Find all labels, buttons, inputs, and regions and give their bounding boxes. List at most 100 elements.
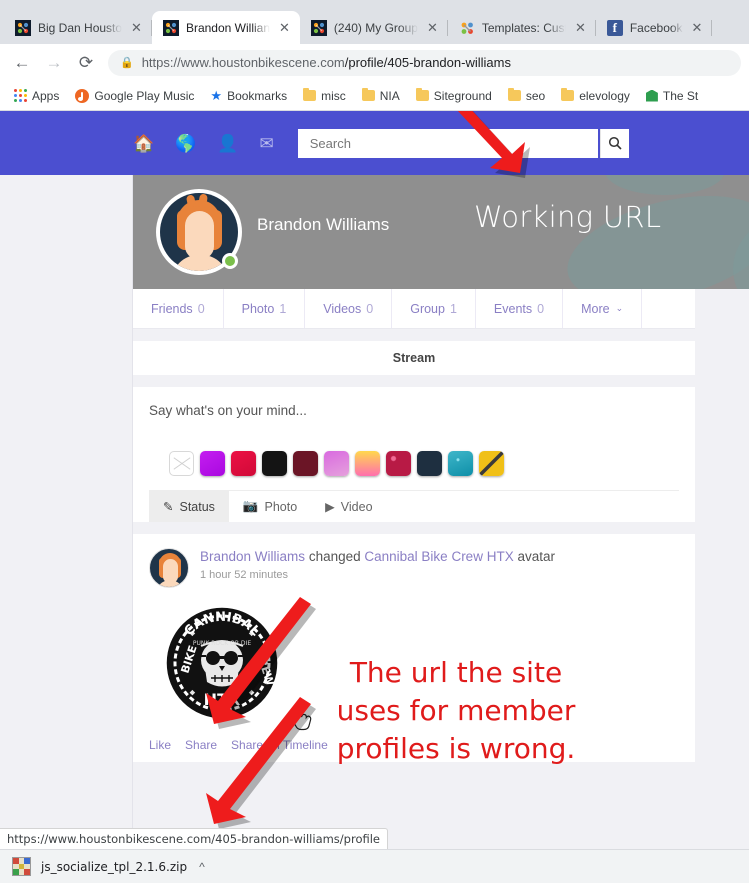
- browser-window: Big Dan Housto ✕ Brandon Willian ✕ (240)…: [0, 0, 749, 883]
- tab-close-icon[interactable]: ✕: [277, 19, 292, 36]
- download-filename[interactable]: js_socialize_tpl_2.1.6.zip: [41, 860, 187, 874]
- swatch-purple[interactable]: [200, 451, 225, 476]
- zip-file-icon: [12, 857, 31, 876]
- online-status-dot: [222, 253, 238, 269]
- bookmark-google-play-music[interactable]: Google Play Music: [69, 86, 200, 106]
- status-bar: https://www.houstonbikescene.com/405-bra…: [0, 828, 389, 849]
- facebook-icon: f: [606, 19, 623, 36]
- person-icon[interactable]: 👤: [217, 135, 238, 152]
- tab-friends[interactable]: Friends 0: [133, 289, 224, 328]
- bookmark-label: misc: [321, 88, 346, 103]
- search-button[interactable]: [599, 128, 629, 158]
- post-action: changed: [308, 549, 361, 564]
- tab-events[interactable]: Events 0: [476, 289, 564, 328]
- tab-close-icon[interactable]: ✕: [690, 19, 705, 36]
- swatch-dark-maroon[interactable]: [293, 451, 318, 476]
- browser-tab-5[interactable]: f Facebook ✕: [596, 11, 713, 44]
- swatch-pink-floral[interactable]: [386, 451, 411, 476]
- chrome-tabstrip-area: Big Dan Housto ✕ Brandon Willian ✕ (240)…: [0, 0, 749, 44]
- post-timestamp: 1 hour 52 minutes: [200, 569, 289, 582]
- home-icon[interactable]: 🏠: [133, 135, 154, 152]
- swatch-sunset-gradient[interactable]: [355, 451, 380, 476]
- bookmark-nia[interactable]: NIA: [356, 86, 406, 106]
- search-input[interactable]: Search: [297, 128, 598, 158]
- red-annotation-line-1: The url the site: [349, 656, 563, 689]
- tab-title: Templates: Cust: [481, 20, 566, 35]
- tab-videos[interactable]: Videos 0: [305, 289, 393, 328]
- tab-title: Brandon Willian: [185, 20, 270, 35]
- swatch-no-background[interactable]: [169, 451, 194, 476]
- swatch-crimson[interactable]: [231, 451, 256, 476]
- search-area: Search: [297, 128, 629, 158]
- reload-button[interactable]: ⟳: [72, 49, 100, 77]
- swatch-pink-gradient[interactable]: [324, 451, 349, 476]
- web-page: 🏠 🌎 👤 ✉ Search Brandon Williams Working …: [0, 111, 749, 883]
- bookmark-label: Bookmarks: [227, 88, 288, 103]
- tab-more[interactable]: More ⌄: [563, 289, 643, 328]
- composer-tab-photo[interactable]: 📷 Photo: [229, 491, 311, 522]
- bookmark-apps[interactable]: Apps: [8, 86, 65, 106]
- tab-count: 0: [537, 301, 545, 316]
- tab-label: Group: [410, 301, 445, 316]
- bookmark-siteground[interactable]: Siteground: [410, 86, 498, 106]
- forward-button[interactable]: →: [40, 49, 68, 77]
- bookmark-the-st[interactable]: The St: [640, 86, 704, 106]
- tab-label: More: [581, 301, 610, 316]
- post-header: Brandon Williams changed Cannibal Bike C…: [149, 548, 679, 588]
- envelope-icon[interactable]: ✉: [260, 135, 274, 152]
- like-button[interactable]: Like: [149, 738, 171, 752]
- composer-tab-status[interactable]: ✎ Status: [149, 491, 229, 522]
- post-author-avatar[interactable]: [149, 548, 189, 588]
- joomla-icon: [310, 19, 327, 36]
- bookmark-label: Apps: [32, 88, 60, 103]
- post-author-link[interactable]: Brandon Williams: [200, 549, 305, 564]
- red-annotation-note: The url the site uses for member profile…: [296, 654, 616, 767]
- bookmark-seo[interactable]: seo: [502, 86, 551, 106]
- swatch-yellow-pencil[interactable]: [479, 451, 504, 476]
- tab-group[interactable]: Group 1: [392, 289, 476, 328]
- bookmark-bookmarks[interactable]: ★ Bookmarks: [204, 85, 293, 107]
- working-url-annotation: Working URL: [474, 200, 662, 234]
- chevron-down-icon: ⌄: [615, 303, 624, 313]
- tab-count: 0: [197, 301, 205, 316]
- swatch-navy[interactable]: [417, 451, 442, 476]
- bookmark-misc[interactable]: misc: [297, 86, 352, 106]
- site-body: Brandon Williams Working URL Friends 0 P…: [0, 175, 749, 883]
- composer-tab-video[interactable]: ▶ Video: [311, 491, 386, 522]
- post-image[interactable]: CANNIBAL BIKE CREW HTX PUNK ROCK OR DIE: [161, 602, 283, 724]
- tab-count: 1: [449, 301, 457, 316]
- globe-icon[interactable]: 🌎: [175, 135, 196, 152]
- tab-title: Big Dan Housto: [38, 20, 123, 35]
- bookmark-label: Google Play Music: [94, 88, 195, 103]
- profile-cover: Brandon Williams Working URL: [133, 175, 749, 289]
- avatar[interactable]: [156, 189, 242, 275]
- tab-close-icon[interactable]: ✕: [129, 19, 144, 36]
- tab-close-icon[interactable]: ✕: [573, 19, 588, 36]
- composer-tabs: ✎ Status 📷 Photo ▶ Video: [149, 490, 679, 522]
- browser-tab-4[interactable]: Templates: Cust ✕: [448, 11, 596, 44]
- swatch-teal-water[interactable]: [448, 451, 473, 476]
- browser-tab-1[interactable]: Big Dan Housto ✕: [4, 11, 152, 44]
- chevron-up-icon[interactable]: ^: [199, 860, 205, 874]
- swatch-black[interactable]: [262, 451, 287, 476]
- tab-close-icon[interactable]: ✕: [425, 19, 440, 36]
- avatar-face: [185, 211, 214, 259]
- avatar-shoulders: [172, 255, 228, 271]
- address-bar[interactable]: 🔒 https://www.houstonbikescene.com/profi…: [108, 49, 741, 76]
- tab-photo[interactable]: Photo 1: [224, 289, 306, 328]
- post-target-link[interactable]: Cannibal Bike Crew HTX: [364, 549, 513, 564]
- back-button[interactable]: ←: [8, 49, 36, 77]
- stream-heading: Stream: [392, 351, 436, 365]
- share-button[interactable]: Share: [185, 738, 217, 752]
- browser-tab-2[interactable]: Brandon Willian ✕: [151, 11, 300, 44]
- bookmark-elevology[interactable]: elevology: [555, 86, 636, 106]
- search-icon: [608, 136, 622, 150]
- post-composer: Say what's on your mind... ✎ Status 📷 Ph…: [133, 387, 695, 522]
- play-music-icon: [75, 88, 90, 103]
- pencil-icon: ✎: [163, 500, 174, 514]
- tab-label: Events: [493, 301, 533, 316]
- bookmark-label: seo: [525, 88, 546, 103]
- composer-input[interactable]: Say what's on your mind...: [149, 403, 679, 418]
- joomla-icon: [162, 19, 179, 36]
- browser-tab-3[interactable]: (240) My Group ✕: [300, 11, 448, 44]
